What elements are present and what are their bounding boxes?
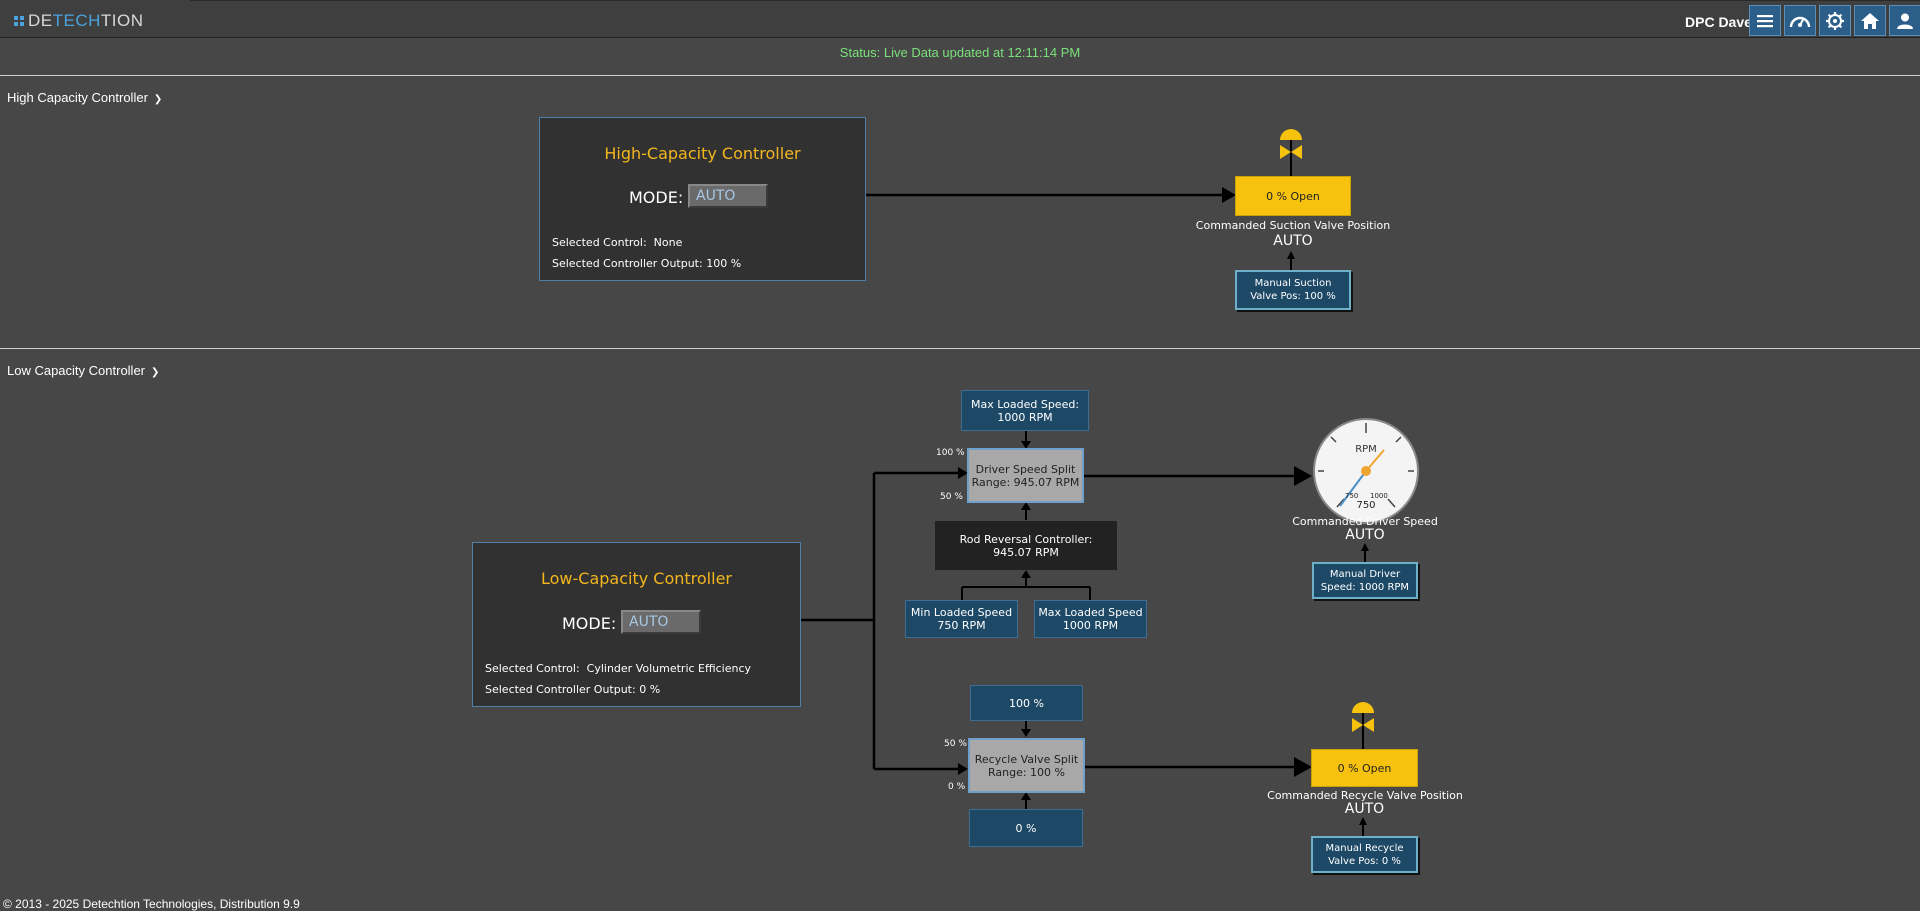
recycle-valve-split: Recycle Valve Split Range: 100 %: [968, 738, 1085, 793]
selected-control: Selected Control: Cylinder Volumetric Ef…: [485, 662, 751, 675]
recycle-valve-position: 0 % Open: [1311, 749, 1418, 787]
recycle-split-line2: Range: 100 %: [987, 765, 1065, 779]
max-loaded-line2: 1000 RPM: [1062, 619, 1119, 632]
max-loaded-speed: Max Loaded Speed 1000 RPM: [1034, 600, 1147, 638]
mode-label: MODE:: [562, 614, 617, 633]
low-capacity-controller-panel: Low-Capacity Controller MODE: AUTO Selec…: [472, 542, 801, 707]
min-loaded-line2: 750 RPM: [937, 619, 986, 632]
gauge-unit: RPM: [1355, 444, 1377, 455]
min-loaded-speed: Min Loaded Speed 750 RPM: [905, 600, 1018, 638]
selected-output: Selected Controller Output: 0 %: [485, 683, 660, 696]
suction-valve-label: Commanded Suction Valve Position: [1195, 219, 1391, 232]
manual-driver-button[interactable]: Manual Driver Speed: 1000 RPM: [1312, 562, 1418, 599]
recycle-hi-label: 50 %: [944, 739, 967, 749]
mode-select[interactable]: AUTO: [621, 610, 701, 634]
section-toggle-low-capacity[interactable]: Low Capacity Controller ❯: [7, 363, 159, 378]
recycle-valve-mode: AUTO: [1344, 801, 1385, 817]
manual-suction-line1: Manual Suction: [1254, 278, 1332, 289]
divider: [0, 348, 1920, 349]
max-loaded-top-line1: Max Loaded Speed:: [970, 397, 1080, 411]
speed-split-lo-label: 50 %: [940, 492, 963, 502]
suction-valve-icon: [1280, 129, 1302, 159]
rod-reversal-controller: Rod Reversal Controller: 945.07 RPM: [935, 521, 1117, 570]
manual-recycle-button[interactable]: Manual Recycle Valve Pos: 0 %: [1311, 836, 1418, 873]
selected-control-value: Cylinder Volumetric Efficiency: [586, 662, 752, 675]
driver-speed-mode: AUTO: [1345, 527, 1385, 543]
gauge-value: 750: [1356, 500, 1376, 511]
recycle-top-value: 100 %: [970, 685, 1083, 721]
recycle-valve-icon: [1352, 702, 1374, 732]
gauge-min-tick: 750: [1345, 492, 1359, 500]
recycle-lo-label: 0 %: [948, 782, 966, 792]
manual-suction-button[interactable]: Manual Suction Valve Pos: 100 %: [1235, 270, 1351, 310]
speed-split-hi-label: 100 %: [936, 448, 965, 458]
max-loaded-line1: Max Loaded Speed: [1038, 606, 1143, 619]
manual-suction-line2: Valve Pos: 100 %: [1250, 291, 1336, 302]
min-loaded-line1: Min Loaded Speed: [910, 606, 1013, 619]
manual-driver-line1: Manual Driver: [1329, 568, 1401, 580]
gauge-max-tick: 1000: [1370, 492, 1388, 500]
rod-line1: Rod Reversal Controller:: [959, 532, 1093, 546]
panel-title: Low-Capacity Controller: [541, 569, 732, 588]
speed-split-line2: Range: 945.07 RPM: [971, 475, 1080, 489]
manual-recycle-line2: Valve Pos: 0 %: [1328, 855, 1401, 867]
manual-driver-line2: Speed: 1000 RPM: [1320, 581, 1410, 593]
suction-valve-mode: AUTO: [1273, 233, 1313, 249]
selected-output-label: Selected Controller Output:: [485, 683, 636, 696]
selected-control-label: Selected Control:: [485, 662, 580, 675]
selected-output-value: 0 %: [639, 683, 661, 696]
chevron-down-icon: ❯: [151, 367, 160, 378]
recycle-split-line1: Recycle Valve Split: [974, 752, 1079, 766]
recycle-bottom-value: 0 %: [969, 809, 1083, 847]
footer-copyright: © 2013 - 2025 Detechtion Technologies, D…: [3, 897, 300, 911]
rod-line2: 945.07 RPM: [993, 545, 1059, 559]
speed-split-line1: Driver Speed Split: [975, 462, 1076, 476]
max-loaded-top-line2: 1000 RPM: [997, 410, 1053, 424]
manual-recycle-line1: Manual Recycle: [1325, 842, 1404, 854]
driver-speed-split: Driver Speed Split Range: 945.07 RPM: [967, 448, 1084, 503]
max-loaded-speed-top: Max Loaded Speed: 1000 RPM: [961, 390, 1089, 431]
suction-valve-position: 0 % Open: [1235, 176, 1351, 216]
section-title: Low Capacity Controller: [7, 363, 146, 378]
